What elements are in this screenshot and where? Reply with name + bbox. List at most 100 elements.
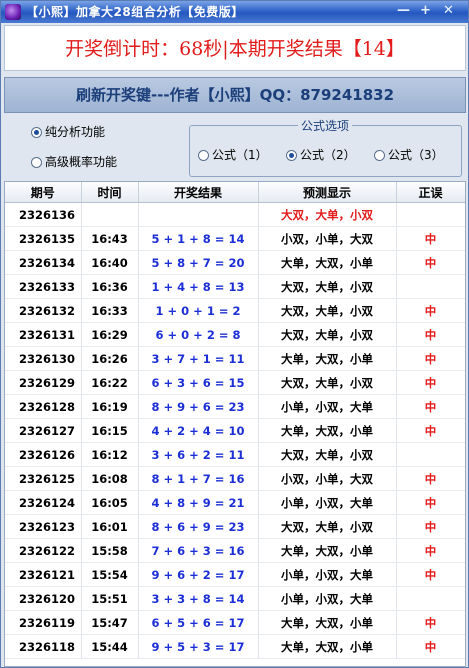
result-cell: 6 + 5 + 6 = 17 [138, 610, 259, 635]
table-row[interactable]: 2326122 15:58 7 + 6 + 3 = 16 大单，大双，小单中 [5, 538, 465, 563]
mode-pure-label: 纯分析功能 [45, 125, 106, 139]
prediction-cell: 小单，小双，大单 [258, 490, 397, 515]
mode-pure-radio[interactable]: 纯分析功能 [31, 123, 105, 140]
header-time[interactable]: 时间 [81, 182, 139, 203]
prediction-cell: 大双，大单，小双 [258, 322, 397, 347]
issue-cell: 2326131 [5, 322, 82, 347]
table-row[interactable]: 2326123 16:01 8 + 6 + 9 = 23 大双，大单，小双中 [5, 514, 465, 539]
app-window: 【小熙】加拿大28组合分析【免费版】 — + ✕ 开奖倒计时：68秒|本期开奖结… [0, 0, 469, 668]
time-cell: 15:54 [81, 562, 139, 587]
radio-unchecked-icon [31, 157, 42, 168]
radio-unchecked-icon [374, 150, 385, 161]
table-row[interactable]: 2326133 16:36 1 + 4 + 8 = 13 大双，大单，小双 [5, 274, 465, 299]
radio-checked-icon [286, 150, 297, 161]
hit-cell: 中 [396, 346, 465, 371]
time-cell: 15:44 [81, 634, 139, 659]
result-cell: 5 + 8 + 7 = 20 [138, 250, 259, 275]
prediction-cell: 大双，大单，小双 [258, 298, 397, 323]
issue-cell: 2326129 [5, 370, 82, 395]
result-cell: 8 + 6 + 9 = 23 [138, 514, 259, 539]
table-row[interactable]: 2326121 15:54 9 + 6 + 2 = 17 小单，小双，大单中 [5, 562, 465, 587]
table-row[interactable]: 2326135 16:43 5 + 1 + 8 = 14 小双，小单，大双中 [5, 226, 465, 251]
issue-cell: 2326118 [5, 634, 82, 659]
issue-cell: 2326132 [5, 298, 82, 323]
minimize-button[interactable]: — [396, 4, 411, 19]
prediction-cell: 小单，小双，大单 [258, 586, 397, 611]
table-row[interactable]: 2326134 16:40 5 + 8 + 7 = 20 大单，大双，小单中 [5, 250, 465, 275]
result-cell: 1 + 4 + 8 = 13 [138, 274, 259, 299]
result-cell: 5 + 1 + 8 = 14 [138, 226, 259, 251]
formula-option-2[interactable]: 公式（2） [286, 146, 356, 163]
prediction-cell: 大单，大双，小单 [258, 250, 397, 275]
header-hit[interactable]: 正误 [396, 182, 465, 203]
time-cell: 15:47 [81, 610, 139, 635]
result-cell: 3 + 7 + 1 = 11 [138, 346, 259, 371]
formula-option-1[interactable]: 公式（1） [198, 146, 268, 163]
time-cell: 16:15 [81, 418, 139, 443]
table-row[interactable]: 2326127 16:15 4 + 2 + 4 = 10 大单，大双，小单中 [5, 418, 465, 443]
time-cell: 16:01 [81, 514, 139, 539]
issue-cell: 2326124 [5, 490, 82, 515]
table-row[interactable]: 2326128 16:19 8 + 9 + 6 = 23 小单，小双，大单中 [5, 394, 465, 419]
hit-cell: 中 [396, 394, 465, 419]
header-result[interactable]: 开奖结果 [138, 182, 259, 203]
time-cell: 16:33 [81, 298, 139, 323]
hit-cell: 中 [396, 418, 465, 443]
mode-advanced-label: 高级概率功能 [45, 155, 118, 169]
prediction-cell: 大单，大双，小单 [258, 418, 397, 443]
table-row[interactable]: 2326124 16:05 4 + 8 + 9 = 21 小单，小双，大单中 [5, 490, 465, 515]
formula-option-label: 公式（1） [212, 148, 268, 162]
results-table[interactable]: 期号 时间 开奖结果 预测显示 正误 2326136 大双，大单，小双 232613… [4, 181, 466, 667]
result-cell: 9 + 5 + 3 = 17 [138, 634, 259, 659]
result-cell: 8 + 9 + 6 = 23 [138, 394, 259, 419]
window-title: 【小熙】加拿大28组合分析【免费版】 [26, 5, 244, 19]
hit-cell: 中 [396, 370, 465, 395]
hit-cell [396, 202, 465, 227]
table-row[interactable]: 2326118 15:44 9 + 5 + 3 = 17 大单，大双，小单中 [5, 634, 465, 659]
table-row[interactable]: 2326131 16:29 6 + 0 + 2 = 8 大双，大单，小双中 [5, 322, 465, 347]
result-cell: 3 + 3 + 8 = 14 [138, 586, 259, 611]
table-row[interactable]: 2326119 15:47 6 + 5 + 6 = 17 大单，大双，小单中 [5, 610, 465, 635]
prediction-cell: 小双，小单，大双 [258, 226, 397, 251]
time-cell: 16:40 [81, 250, 139, 275]
time-cell: 16:29 [81, 322, 139, 347]
result-cell: 4 + 8 + 9 = 21 [138, 490, 259, 515]
result-cell [138, 202, 259, 227]
issue-cell: 2326123 [5, 514, 82, 539]
result-cell: 6 + 3 + 6 = 15 [138, 370, 259, 395]
time-cell: 15:58 [81, 538, 139, 563]
table-row[interactable]: 2326136 大双，大单，小双 [5, 202, 465, 227]
table-row[interactable]: 2326120 15:51 3 + 3 + 8 = 14 小单，小双，大单 [5, 586, 465, 611]
issue-cell: 2326119 [5, 610, 82, 635]
table-row[interactable]: 2326132 16:33 1 + 0 + 1 = 2 大双，大单，小双中 [5, 298, 465, 323]
prediction-cell: 小双，小单，大双 [258, 466, 397, 491]
close-button[interactable]: ✕ [441, 4, 456, 19]
prediction-cell: 大双，大单，小双 [258, 370, 397, 395]
header-issue[interactable]: 期号 [5, 182, 82, 203]
hit-cell [396, 442, 465, 467]
result-cell: 7 + 6 + 3 = 16 [138, 538, 259, 563]
title-bar[interactable]: 【小熙】加拿大28组合分析【免费版】 — + ✕ [1, 1, 468, 23]
maximize-button[interactable]: + [418, 4, 433, 19]
prediction-cell: 大双，大单，小双 [258, 442, 397, 467]
formula-option-3[interactable]: 公式（3） [374, 146, 444, 163]
header-prediction[interactable]: 预测显示 [258, 182, 397, 203]
refresh-button[interactable]: 刷新开奖键---作者【小熙】QQ：879241832 [4, 77, 466, 113]
table-row[interactable]: 2326126 16:12 3 + 6 + 2 = 11 大双，大单，小双 [5, 442, 465, 467]
result-cell: 6 + 0 + 2 = 8 [138, 322, 259, 347]
table-row[interactable]: 2326129 16:22 6 + 3 + 6 = 15 大双，大单，小双中 [5, 370, 465, 395]
prediction-cell: 大双，大单，小双 [258, 514, 397, 539]
hit-cell: 中 [396, 610, 465, 635]
hit-cell: 中 [396, 634, 465, 659]
prediction-cell: 小单，小双，大单 [258, 394, 397, 419]
table-row[interactable]: 2326125 16:08 8 + 1 + 7 = 16 小双，小单，大双中 [5, 466, 465, 491]
table-row[interactable]: 2326130 16:26 3 + 7 + 1 = 11 大单，大双，小单中 [5, 346, 465, 371]
prediction-cell: 大双，大单，小双 [258, 274, 397, 299]
result-cell: 1 + 0 + 1 = 2 [138, 298, 259, 323]
mode-advanced-radio[interactable]: 高级概率功能 [31, 153, 117, 170]
hit-cell: 中 [396, 226, 465, 251]
time-cell: 16:08 [81, 466, 139, 491]
issue-cell: 2326125 [5, 466, 82, 491]
formula-option-label: 公式（3） [388, 148, 444, 162]
time-cell: 16:43 [81, 226, 139, 251]
